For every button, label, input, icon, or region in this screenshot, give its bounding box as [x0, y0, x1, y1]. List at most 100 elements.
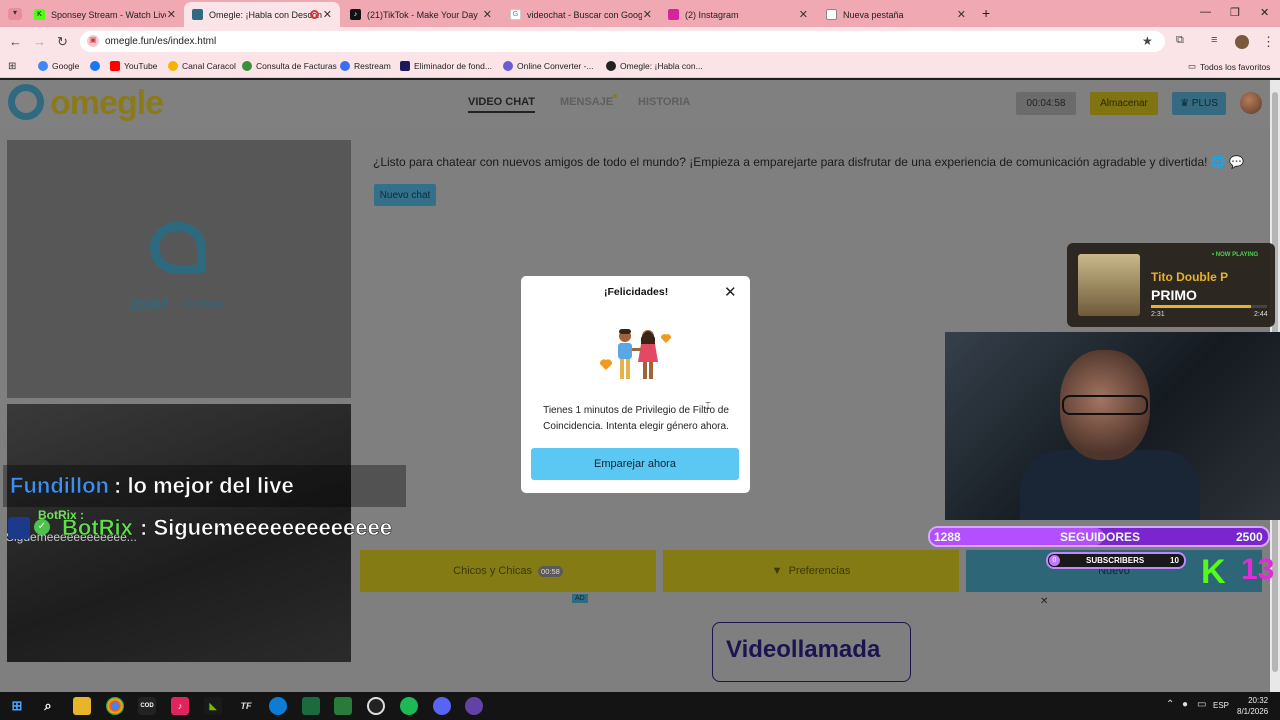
discord-icon[interactable] [433, 697, 451, 715]
apps-grid-icon[interactable]: ⊞ [8, 61, 16, 72]
tab-google[interactable]: G videochat - Buscar con Google ✕ [502, 2, 660, 27]
tf-icon[interactable]: TF [237, 697, 255, 715]
obs-icon[interactable] [367, 697, 385, 715]
close-tab-icon[interactable]: ✕ [643, 8, 652, 21]
song-elapsed: 2:31 [1151, 311, 1165, 318]
verified-check-icon: ✓ [34, 519, 50, 535]
tiktok-icon[interactable]: ♪ [171, 697, 189, 715]
bookmark-google[interactable]: Google [38, 61, 79, 71]
spotify-icon[interactable] [400, 697, 418, 715]
chrome-icon[interactable] [106, 697, 124, 715]
excel-icon[interactable] [334, 697, 352, 715]
chat-message: : Siguemeeeeeeeeeeeee [140, 515, 392, 541]
tab-tiktok[interactable]: ♪ (21)TikTok - Make Your Day ✕ [342, 2, 500, 27]
kick-logo-icon: K [1201, 553, 1226, 591]
user-avatar[interactable] [1240, 92, 1262, 114]
nvidia-icon[interactable]: ◣ [204, 697, 222, 715]
modal-close-icon[interactable]: ✕ [724, 283, 737, 301]
kick-number: 13 [1241, 553, 1275, 586]
menu-kebab-icon[interactable]: ⋮ [1262, 34, 1275, 50]
site-logo[interactable]: omegle [50, 84, 164, 123]
edge-icon[interactable] [269, 697, 287, 715]
modal-title: ¡Felicidades! [604, 286, 669, 298]
microphone-icon[interactable]: ● [1182, 699, 1188, 710]
instagram-favicon-icon [668, 9, 679, 20]
all-bookmarks[interactable]: ▭ Todos los favoritos [1188, 61, 1270, 72]
clock[interactable]: 20:32 8/1/2026 [1237, 695, 1268, 717]
nav-video-chat[interactable]: VIDEO CHAT [468, 96, 536, 113]
tiktok-favicon-icon: ♪ [350, 9, 361, 20]
network-icon[interactable]: ▭ [1197, 699, 1206, 710]
match-now-button[interactable]: Emparejar ahora [531, 448, 739, 480]
bookmark-eliminador[interactable]: Eliminador de fond... [400, 61, 492, 71]
new-tab-plus-icon[interactable]: + [982, 5, 990, 21]
bookmark-caracol[interactable]: Canal Caracol [168, 61, 236, 71]
close-tab-icon[interactable]: ✕ [799, 8, 808, 21]
preferences-button[interactable]: ▼ Preferencias [663, 550, 959, 592]
nav-history[interactable]: HISTORIA [638, 96, 690, 108]
bookmark-converter[interactable]: Online Converter -... [503, 61, 594, 71]
bookmark-omegle[interactable]: Omegle: ¡Habla con... [606, 61, 703, 71]
mouse-cursor-icon: ⌶ [705, 401, 711, 412]
nav-message[interactable]: MENSAJE [560, 96, 613, 108]
chat-username: Fundillon [10, 473, 109, 499]
omnibox[interactable] [80, 31, 1165, 52]
album-art [1078, 254, 1140, 316]
tab-sponsey[interactable]: K Sponsey Stream - Watch Live o ✕ [26, 2, 184, 27]
tab-omegle[interactable]: Omegle: ¡Habla con Descon ✕ [184, 2, 340, 27]
close-tab-icon[interactable]: ✕ [167, 8, 176, 21]
subscribers-label: SUBSCRIBERS [1086, 556, 1145, 565]
site-header [0, 80, 1270, 128]
xbox-icon[interactable] [302, 697, 320, 715]
plus-button[interactable]: ♛ PLUS [1172, 92, 1226, 115]
back-icon[interactable]: ← [9, 34, 22, 49]
bookmark-facebook[interactable] [90, 61, 104, 71]
forward-icon[interactable]: → [33, 34, 46, 49]
close-tab-icon[interactable]: ✕ [957, 8, 966, 21]
url-text[interactable]: omegle.fun/es/index.html [105, 36, 216, 47]
close-tab-icon[interactable]: ✕ [323, 8, 332, 21]
gender-timer-badge: 00:58 [538, 565, 563, 577]
media-controls-icon[interactable]: ≡ [1211, 34, 1217, 46]
eliminador-icon [400, 61, 410, 71]
minimize-icon[interactable]: — [1200, 6, 1211, 18]
folder-icon: ▭ [1188, 61, 1197, 71]
bookmark-youtube[interactable]: YouTube [110, 61, 157, 71]
tab-search-icon[interactable]: ▾ [8, 8, 22, 20]
song-total: 2:44 [1254, 311, 1268, 318]
gender-filter-button[interactable]: Chicos y Chicas 00:58 [360, 550, 656, 592]
youtube-icon [110, 61, 120, 71]
language-indicator[interactable]: ESP [1213, 701, 1229, 710]
bookmark-star-icon[interactable]: ★ [1142, 34, 1153, 48]
videocall-text: Videollamada [726, 636, 881, 663]
subscribers-goal: 10 [1170, 556, 1179, 565]
twitch-icon[interactable] [465, 697, 483, 715]
extensions-icon[interactable]: ⧉ [1176, 34, 1184, 47]
bookmark-restream[interactable]: Restream [340, 61, 391, 71]
search-icon[interactable]: ⌕ [39, 697, 57, 715]
filter-icon: ▼ [771, 565, 783, 577]
caracol-icon [168, 61, 178, 71]
omegle-logo-icon [8, 84, 44, 120]
tray-chevron-icon[interactable]: ⌃ [1166, 699, 1174, 710]
now-playing-tag: • NOW PLAYING [1212, 252, 1259, 258]
followers-goal: 2500 [1236, 530, 1263, 544]
close-window-icon[interactable]: ✕ [1260, 6, 1269, 19]
google-favicon-icon: G [510, 9, 521, 20]
store-button[interactable]: Almacenar [1090, 92, 1158, 115]
site-info-icon[interactable]: ▣ [87, 35, 99, 47]
cod-icon[interactable]: COD [138, 697, 156, 715]
bookmark-facturas[interactable]: Consulta de Facturas [242, 61, 337, 71]
tab-instagram[interactable]: (2) Instagram ✕ [660, 2, 816, 27]
reload-icon[interactable]: ↻ [57, 34, 68, 50]
windows-start-icon[interactable]: ⊞ [8, 697, 26, 715]
ad-close-icon[interactable]: ✕ [1040, 596, 1048, 607]
converter-icon [503, 61, 513, 71]
profile-avatar-icon[interactable] [1235, 35, 1249, 49]
webcam-figure [1020, 450, 1200, 520]
close-tab-icon[interactable]: ✕ [483, 8, 492, 21]
file-explorer-icon[interactable] [73, 697, 91, 715]
tab-new[interactable]: Nueva pestaña ✕ [818, 2, 974, 27]
new-chat-button[interactable]: Nuevo chat [374, 184, 436, 206]
restore-icon[interactable]: ❐ [1230, 6, 1240, 19]
